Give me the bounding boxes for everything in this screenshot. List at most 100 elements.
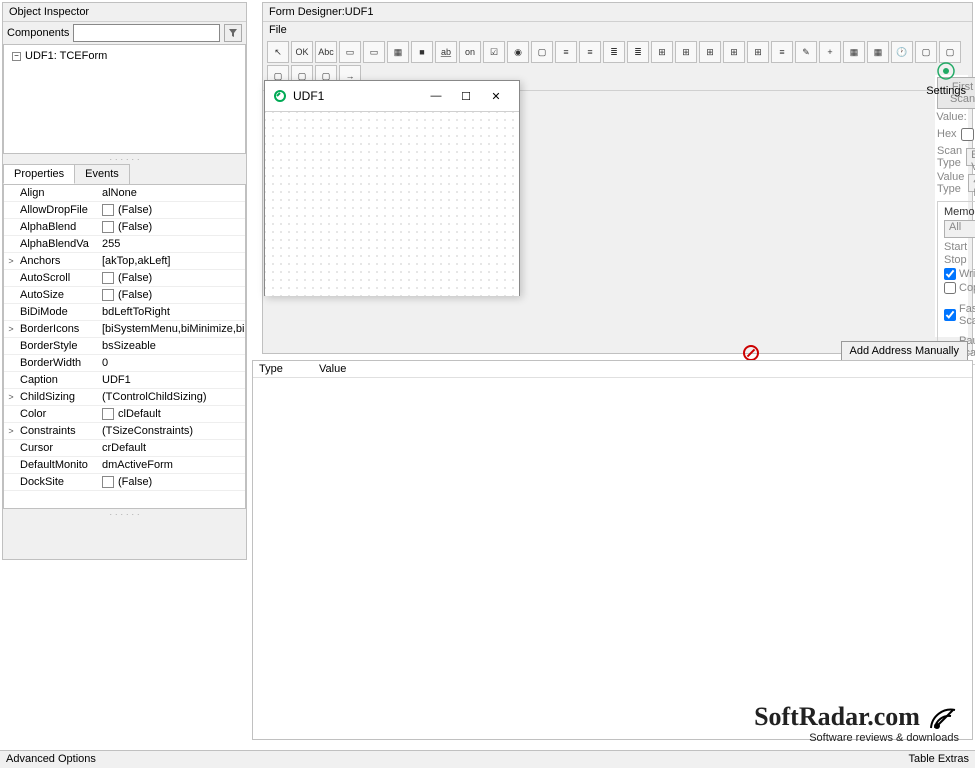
toolbar-btn-16[interactable]: ⊞	[651, 41, 673, 63]
tab-properties[interactable]: Properties	[3, 164, 75, 184]
toolbar-btn-0[interactable]: ↖	[267, 41, 289, 63]
checkbox-icon[interactable]	[102, 476, 114, 488]
toolbar-btn-8[interactable]: on	[459, 41, 481, 63]
prop-row[interactable]: AlphaBlend(False)	[4, 219, 245, 236]
minimize-button[interactable]: —	[421, 86, 451, 106]
toolbar-btn-24[interactable]: ▦	[843, 41, 865, 63]
toolbar-btn-7[interactable]: a̲b̲	[435, 41, 457, 63]
maximize-button[interactable]: ☐	[451, 86, 481, 106]
toolbar-btn-9[interactable]: ☑	[483, 41, 505, 63]
prop-value[interactable]: UDF1	[98, 374, 245, 386]
prop-value[interactable]: clDefault	[98, 408, 245, 420]
writable-checkbox[interactable]	[944, 268, 956, 280]
prop-row[interactable]: AlphaBlendVa255	[4, 236, 245, 253]
prop-value[interactable]: [biSystemMenu,biMinimize,biM	[98, 323, 245, 335]
prop-row[interactable]: ColorclDefault	[4, 406, 245, 423]
toolbar-btn-5[interactable]: ▦	[387, 41, 409, 63]
prop-row[interactable]: BiDiModebdLeftToRight	[4, 304, 245, 321]
components-input[interactable]	[73, 24, 220, 42]
prop-row[interactable]: >ChildSizing(TControlChildSizing)	[4, 389, 245, 406]
prop-row[interactable]: AlignalNone	[4, 185, 245, 202]
prop-row[interactable]: AutoScroll(False)	[4, 270, 245, 287]
prop-value[interactable]: dmActiveForm	[98, 459, 245, 471]
toolbar-btn-22[interactable]: ✎	[795, 41, 817, 63]
col-type[interactable]: Type	[259, 363, 319, 375]
fastscan-checkbox[interactable]	[944, 309, 956, 321]
prop-row[interactable]: >BorderIcons[biSystemMenu,biMinimize,biM	[4, 321, 245, 338]
checkbox-icon[interactable]	[102, 221, 114, 233]
prop-row[interactable]: CaptionUDF1	[4, 372, 245, 389]
prop-row[interactable]: DefaultMonitodmActiveForm	[4, 457, 245, 474]
prop-value[interactable]: (TSizeConstraints)	[98, 425, 245, 437]
value-type-select[interactable]: 4 Bytes	[968, 174, 975, 192]
toolbar-btn-26[interactable]: 🕐	[891, 41, 913, 63]
prop-value[interactable]: [akTop,akLeft]	[98, 255, 245, 267]
prop-row[interactable]: AutoSize(False)	[4, 287, 245, 304]
splitter-dots-2[interactable]: · · · · · ·	[3, 509, 246, 519]
toolbar-btn-19[interactable]: ⊞	[723, 41, 745, 63]
prop-row[interactable]: AllowDropFile(False)	[4, 202, 245, 219]
toolbar-btn-23[interactable]: +	[819, 41, 841, 63]
tree-expand-icon[interactable]: −	[12, 52, 21, 61]
toolbar-btn-6[interactable]: ■	[411, 41, 433, 63]
toolbar-btn-21[interactable]: ≡	[771, 41, 793, 63]
toolbar-btn-4[interactable]: ▭	[363, 41, 385, 63]
prop-row[interactable]: CursorcrDefault	[4, 440, 245, 457]
prop-value[interactable]: 0	[98, 357, 245, 369]
status-right[interactable]: Table Extras	[908, 753, 969, 766]
prop-value[interactable]: (False)	[98, 204, 245, 216]
settings-button[interactable]: Settings	[926, 59, 966, 97]
checkbox-icon[interactable]	[102, 289, 114, 301]
udf1-window[interactable]: UDF1 — ☐ ✕	[264, 80, 520, 296]
prop-row[interactable]: >Anchors[akTop,akLeft]	[4, 253, 245, 270]
tab-events[interactable]: Events	[74, 164, 130, 184]
toolbar-btn-2[interactable]: Abc	[315, 41, 337, 63]
checkbox-icon[interactable]	[102, 408, 114, 420]
toolbar-btn-14[interactable]: ≣	[603, 41, 625, 63]
prop-value[interactable]: crDefault	[98, 442, 245, 454]
toolbar-btn-1[interactable]: OK	[291, 41, 313, 63]
checkbox-icon[interactable]	[102, 204, 114, 216]
mem-scope-select[interactable]: All	[944, 220, 975, 238]
prop-value[interactable]: 255	[98, 238, 245, 250]
toolbar-btn-15[interactable]: ≣	[627, 41, 649, 63]
add-address-button[interactable]: Add Address Manually	[841, 341, 968, 361]
expand-icon[interactable]: >	[4, 426, 18, 436]
status-left[interactable]: Advanced Options	[6, 753, 96, 766]
filter-button[interactable]	[224, 24, 242, 42]
toolbar-btn-20[interactable]: ⊞	[747, 41, 769, 63]
prop-value[interactable]: (False)	[98, 272, 245, 284]
toolbar-btn-13[interactable]: ≡	[579, 41, 601, 63]
prop-row[interactable]: DockSite(False)	[4, 474, 245, 491]
udf1-design-surface[interactable]	[265, 112, 519, 296]
close-button[interactable]: ✕	[481, 86, 511, 106]
toolbar-btn-10[interactable]: ◉	[507, 41, 529, 63]
checkbox-icon[interactable]	[102, 272, 114, 284]
menu-file[interactable]: File	[263, 22, 972, 38]
hex-checkbox[interactable]	[961, 128, 974, 141]
splitter-dots[interactable]: · · · · · ·	[3, 154, 246, 164]
toolbar-btn-12[interactable]: ≡	[555, 41, 577, 63]
prop-value[interactable]: bdLeftToRight	[98, 306, 245, 318]
toolbar-btn-17[interactable]: ⊞	[675, 41, 697, 63]
prop-value[interactable]: bsSizeable	[98, 340, 245, 352]
expand-icon[interactable]: >	[4, 392, 18, 402]
prop-value[interactable]: alNone	[98, 187, 245, 199]
prop-value[interactable]: (False)	[98, 476, 245, 488]
copyonwrite-checkbox[interactable]	[944, 282, 956, 294]
prop-value[interactable]: (False)	[98, 221, 245, 233]
toolbar-btn-3[interactable]: ▭	[339, 41, 361, 63]
property-grid[interactable]: AlignalNoneAllowDropFile(False)AlphaBlen…	[3, 184, 246, 509]
scan-type-select[interactable]: Exact Value	[966, 148, 975, 166]
col-value[interactable]: Value	[319, 363, 346, 375]
expand-icon[interactable]: >	[4, 256, 18, 266]
toolbar-btn-18[interactable]: ⊞	[699, 41, 721, 63]
tree-item-udf1[interactable]: − UDF1: TCEForm	[8, 49, 241, 63]
prop-row[interactable]: BorderStylebsSizeable	[4, 338, 245, 355]
prop-row[interactable]: >Constraints(TSizeConstraints)	[4, 423, 245, 440]
prop-value[interactable]: (TControlChildSizing)	[98, 391, 245, 403]
expand-icon[interactable]: >	[4, 324, 18, 334]
component-tree[interactable]: − UDF1: TCEForm	[3, 44, 246, 154]
prop-value[interactable]: (False)	[98, 289, 245, 301]
prop-row[interactable]: BorderWidth0	[4, 355, 245, 372]
